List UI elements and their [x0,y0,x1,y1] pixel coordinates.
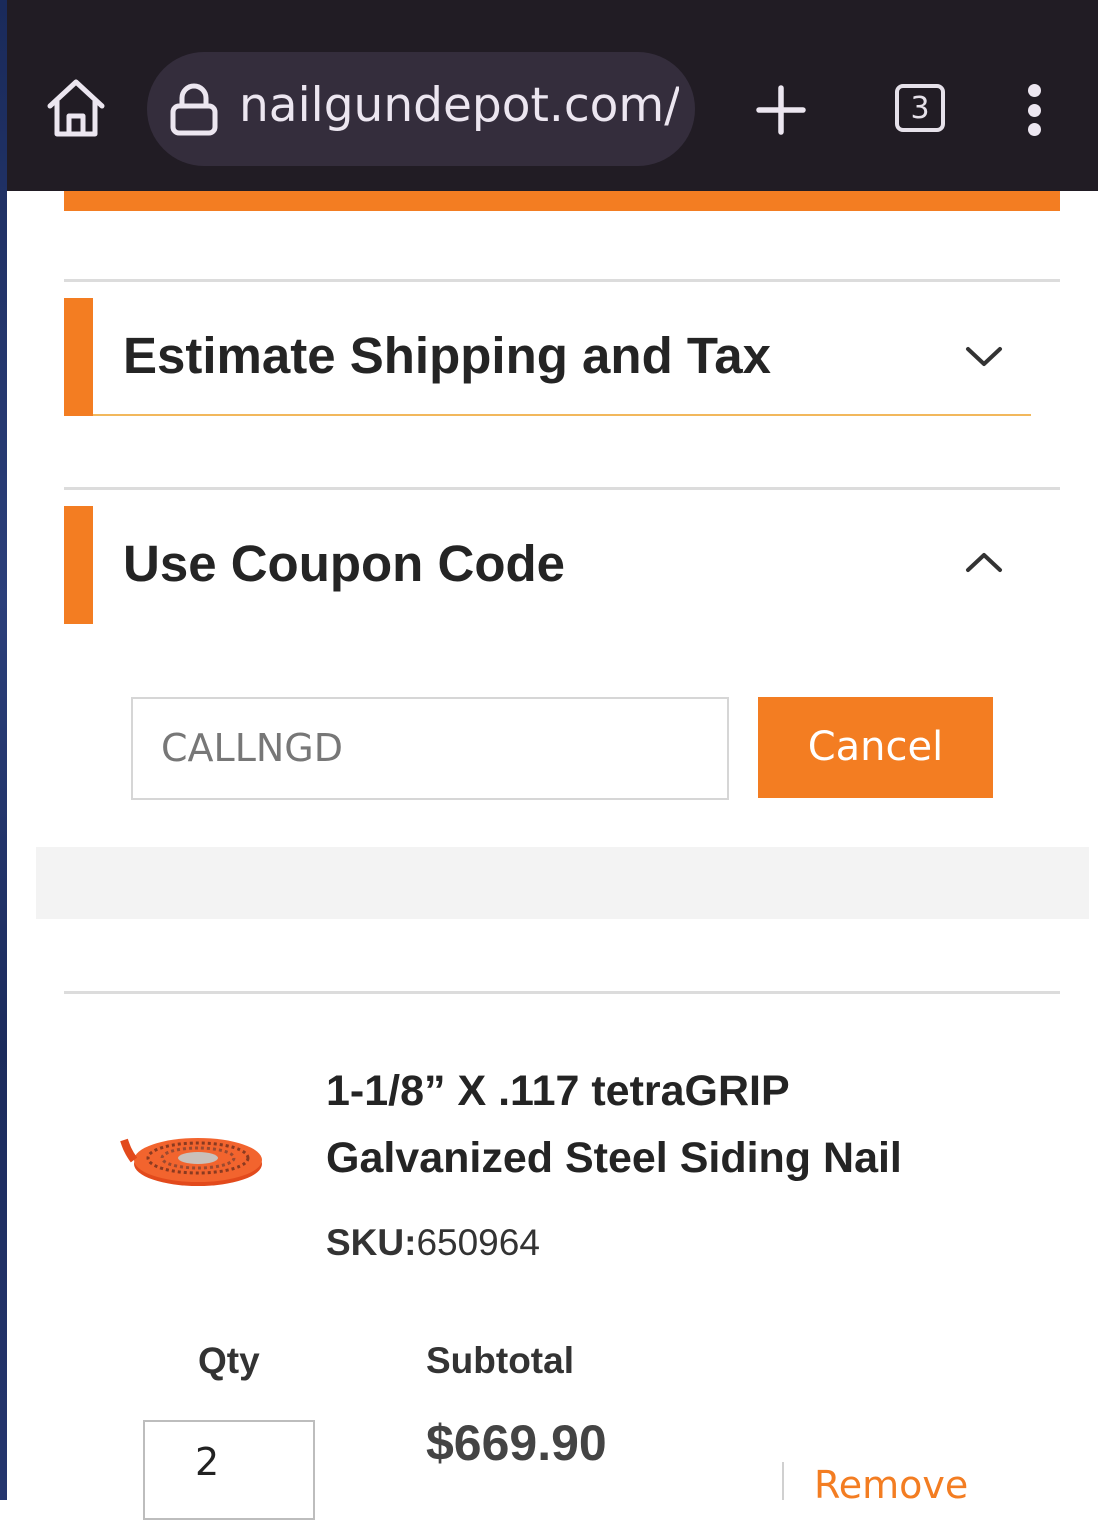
quantity-input[interactable]: 2 [143,1420,315,1520]
section-divider [64,487,1060,490]
home-button[interactable] [45,76,107,142]
coupon-message-area [36,847,1089,919]
subtotal-value: $669.90 [426,1415,607,1471]
tabs-switcher-button[interactable]: 3 [895,84,945,132]
remove-divider [782,1462,784,1500]
qty-label: Qty [198,1340,260,1381]
accordion-accent-bar [64,506,93,624]
section-divider [64,991,1060,994]
tab-count: 3 [910,90,930,126]
chevron-down-icon [966,347,1002,366]
accordion-accent-bar [64,298,93,416]
home-icon [47,79,105,137]
shipping-accordion-header[interactable]: Estimate Shipping and Tax [64,298,1060,416]
coupon-section-title: Use Coupon Code [123,535,565,592]
subtotal-label: Subtotal [426,1340,574,1381]
browser-toolbar: nailgundepot.com/c 3 [7,0,1098,191]
plus-icon [756,85,806,135]
cancel-coupon-button[interactable]: Cancel [758,697,993,798]
address-bar[interactable]: nailgundepot.com/c [147,52,695,166]
more-vert-icon[interactable] [1025,84,1045,136]
product-name[interactable]: 1-1/8” X .117 tetraGRIP Galvanized Steel… [326,1058,966,1192]
chevron-up-icon [966,553,1002,572]
remove-item-link[interactable]: Remove [814,1463,968,1507]
new-tab-button[interactable] [755,84,807,136]
sku-value: 650964 [416,1222,540,1263]
shipping-section-title: Estimate Shipping and Tax [123,327,771,384]
orange-accent-strip [64,191,1060,211]
sku-label: SKU: [326,1222,417,1263]
product-sku: SKU:650964 [326,1222,540,1264]
url-text: nailgundepot.com/c [239,78,679,133]
section-divider [64,279,1060,282]
lock-icon [170,83,218,136]
product-image [120,1138,262,1186]
coupon-accordion-header[interactable]: Use Coupon Code [64,506,1060,624]
coupon-code-input[interactable]: CALLNGD [131,697,729,800]
accordion-underline [93,414,1031,416]
desktop-background-edge [0,0,7,1500]
